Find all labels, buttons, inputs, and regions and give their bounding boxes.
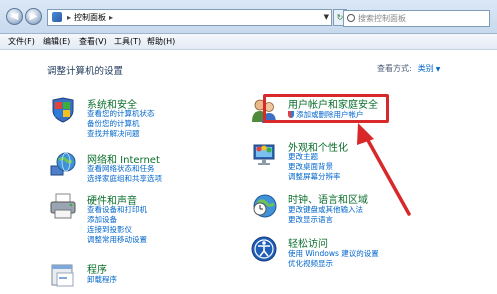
annotation-arrow (357, 123, 411, 216)
